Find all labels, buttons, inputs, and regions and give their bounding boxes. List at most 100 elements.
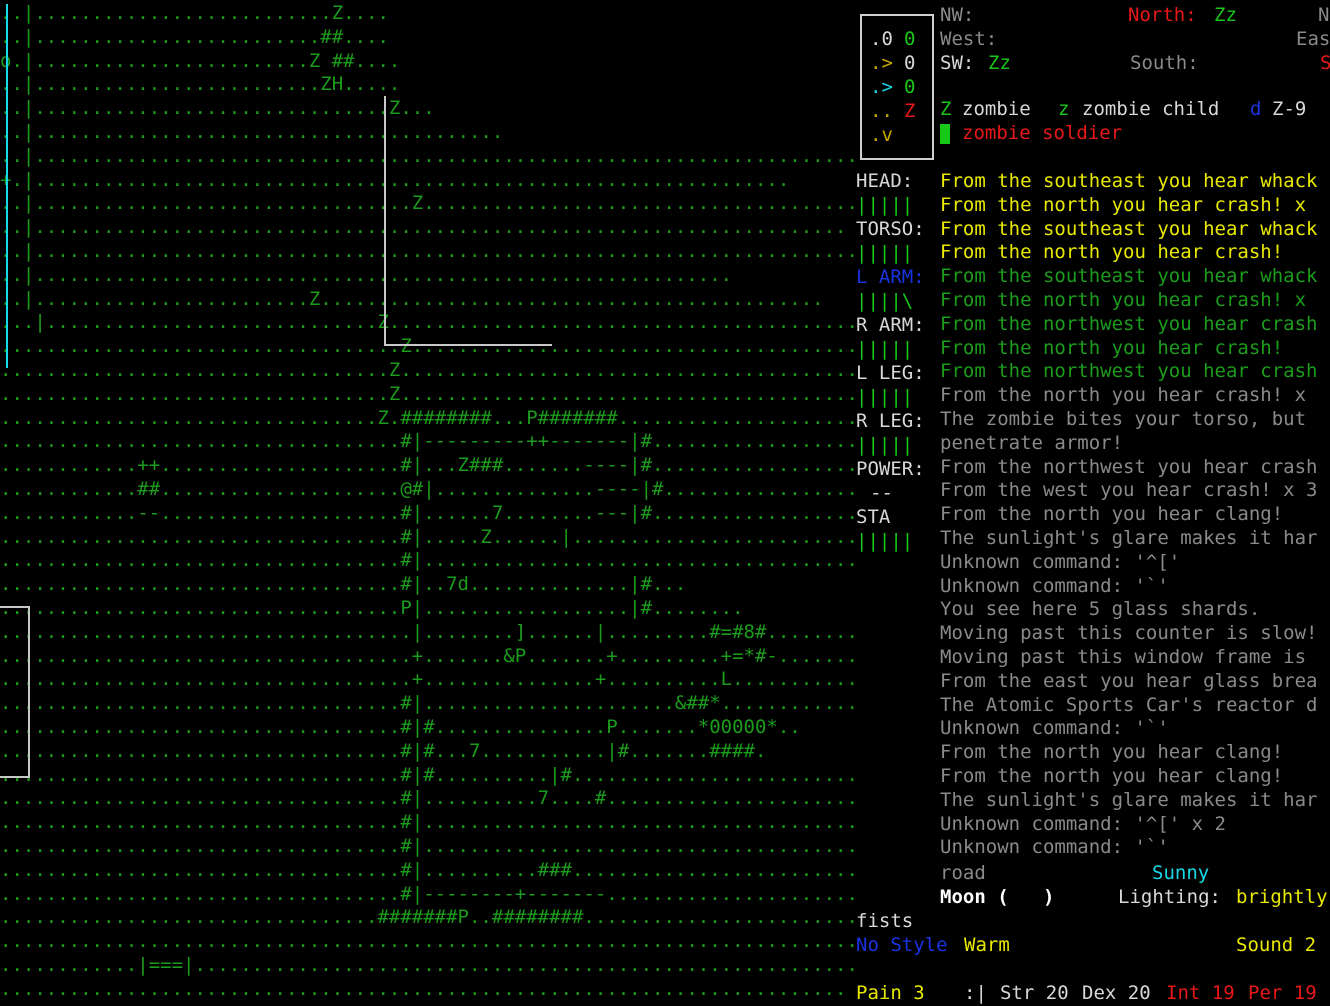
- weather-label: Sunny: [1152, 862, 1210, 884]
- map-wall-left-lower: [0, 606, 30, 778]
- map-row: ...................................#|..7…: [0, 573, 687, 596]
- pain-label: Pain 3: [856, 982, 925, 1004]
- map-row: ...................................#|---…: [0, 882, 856, 905]
- minimap-cell: .>: [870, 76, 893, 98]
- message-line: From the north you hear crash!: [940, 241, 1284, 264]
- map-row: ............++.....................#|...…: [0, 454, 856, 477]
- minimap-cell: 0: [904, 28, 916, 50]
- message-line: The zombie bites your torso, but: [940, 408, 1307, 430]
- map-row: ...................................#|...…: [0, 549, 856, 572]
- lighting-label: Lighting:: [1118, 886, 1221, 908]
- minimap-cell: 0: [904, 52, 916, 74]
- message-line: From the east you hear glass brea: [940, 669, 1318, 692]
- map-row: ...................................Z....…: [0, 335, 856, 358]
- head-label: HEAD:: [856, 170, 914, 192]
- compass-west: West:: [940, 28, 998, 50]
- lleg-bar: |||||: [856, 386, 914, 408]
- map-row: ...................................#|#..…: [0, 739, 767, 762]
- compass-sw-label: SW:: [940, 52, 975, 74]
- minimap-cell: .>: [870, 52, 893, 74]
- message-line: The Atomic Sports Car's reactor d: [940, 693, 1318, 716]
- sound-label: Sound 2: [1236, 934, 1317, 956]
- map-row: ........................................…: [0, 930, 856, 953]
- face-label: :|: [964, 982, 987, 1004]
- message-line: From the northwest you hear crash: [940, 455, 1318, 478]
- map-row: ...................................#|---…: [0, 430, 856, 453]
- moon-phase: Moon ( ): [940, 886, 1055, 908]
- message-line: From the north you hear crash!: [940, 336, 1284, 359]
- map-row: ........................................…: [0, 977, 847, 1000]
- map-row: ...|.............................Z......…: [0, 311, 856, 334]
- message-line: You see here 5 glass shards.: [940, 598, 1261, 621]
- map-row: ..|.....................................…: [0, 216, 847, 239]
- minimap-cell: .0: [870, 28, 893, 50]
- stat-str: Str 20: [1000, 982, 1069, 1004]
- map-row: ...................................#|#..…: [0, 763, 856, 786]
- message-line: Unknown command: '`': [940, 836, 1169, 859]
- message-line: From the southeast you hear whack: [940, 265, 1318, 288]
- monster-health-block: [940, 124, 950, 144]
- message-line: From the north you hear crash! x: [940, 384, 1307, 407]
- terrain-label: road: [940, 862, 986, 884]
- lleg-label: L LEG:: [856, 362, 925, 384]
- message-line: Moving past this window frame is: [940, 646, 1307, 668]
- map-row: ....................................+...…: [0, 668, 856, 691]
- weapon-label: fists: [856, 910, 914, 932]
- map-row: ............|===|.......................…: [0, 954, 856, 976]
- map-row: ..|..........................Z....: [0, 2, 389, 24]
- map-row: ..|.....................................…: [0, 144, 856, 167]
- message-line: From the southeast you hear whack: [940, 170, 1318, 192]
- game-map[interactable]: ..|..........................Z.... ..|...…: [0, 2, 856, 1006]
- map-row: ............##.....................@#|..…: [0, 478, 856, 500]
- message-line: From the southeast you hear whack: [940, 217, 1318, 240]
- map-row: ..|........................Z............…: [0, 287, 824, 310]
- minimap-cell: ..: [870, 100, 893, 122]
- compass-nw: NW:: [940, 4, 975, 26]
- map-wall-left: [6, 4, 8, 368]
- message-line: Unknown command: '`': [940, 717, 1169, 740]
- message-line: From the west you hear crash! x 3: [940, 479, 1318, 502]
- message-line: From the north you hear crash! x: [940, 193, 1307, 216]
- rleg-label: R LEG:: [856, 410, 925, 432]
- monster-glyph-zombie-child: z: [1058, 98, 1070, 120]
- map-row: ............--.....................#|...…: [0, 501, 856, 524]
- map-row: ..|...............................Z...: [0, 97, 435, 120]
- map-row: ..|.................................Z...…: [0, 192, 856, 215]
- map-wall-vertical: [384, 96, 386, 346]
- map-row: ..|.....................................…: [0, 240, 856, 262]
- monster-name-zombie: zombie: [962, 98, 1031, 120]
- message-line: Moving past this counter is slow!: [940, 622, 1318, 645]
- message-line: penetrate armor!: [940, 431, 1124, 454]
- head-bar: |||||: [856, 194, 914, 216]
- map-row: o.|........................Z ##....: [0, 49, 401, 72]
- map-row: ....................................|...…: [0, 620, 856, 643]
- rarm-bar: |||||: [856, 338, 914, 360]
- monster-glyph-zombie: Z: [940, 98, 952, 120]
- map-row: ..................................Z.....…: [0, 382, 856, 405]
- temperature-label: Warm: [964, 934, 1010, 956]
- stat-dex: Dex 20: [1082, 982, 1151, 1004]
- map-row: ..................................Z.....…: [0, 359, 856, 381]
- torso-label: TORSO:: [856, 218, 925, 240]
- larm-bar: ||||\: [856, 290, 914, 312]
- style-label[interactable]: No Style: [856, 934, 948, 958]
- map-row: ...................................#|...…: [0, 858, 856, 881]
- message-line: The sunlight's glare makes it har: [940, 788, 1318, 811]
- message-line: From the north you hear clang!: [940, 765, 1284, 787]
- compass-north-label: North:: [1128, 4, 1197, 26]
- map-row: ..|.....................................…: [0, 121, 504, 143]
- lighting-value: brightly: [1236, 886, 1328, 908]
- compass-east: Eas: [1296, 28, 1330, 50]
- message-line: Unknown command: '^[': [940, 550, 1181, 573]
- torso-bar: |||||: [856, 242, 914, 264]
- map-row: ...................................#|...…: [0, 787, 856, 810]
- power-value: --: [870, 482, 893, 504]
- minimap-cell: .v: [870, 124, 893, 146]
- message-line: From the northwest you hear crash: [940, 360, 1318, 383]
- map-row: +.|.....................................…: [0, 168, 790, 191]
- map-row: ...................................#|...…: [0, 835, 856, 857]
- minimap-cell: 0: [904, 76, 916, 98]
- message-line: The sunlight's glare makes it har: [940, 527, 1318, 549]
- compass-north-value: Zz: [1214, 4, 1237, 26]
- rarm-label: R ARM:: [856, 314, 925, 336]
